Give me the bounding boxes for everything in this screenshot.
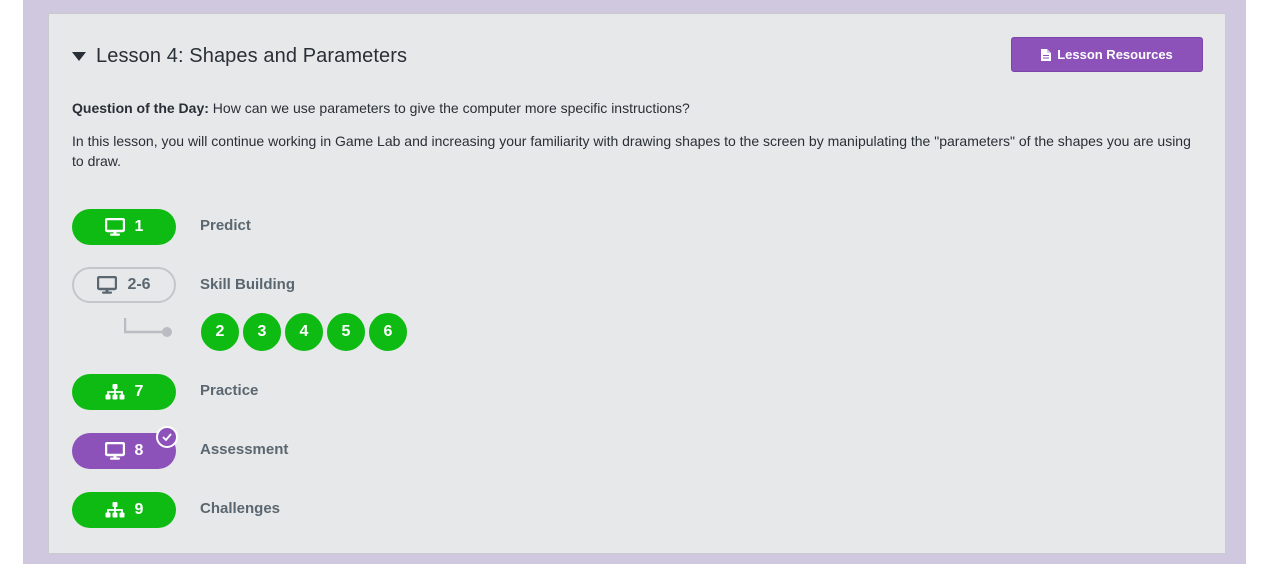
level-number: 8 bbox=[134, 442, 144, 459]
sitemap-icon bbox=[105, 384, 125, 400]
file-icon bbox=[1041, 48, 1052, 61]
sublevel-3-bubble[interactable]: 3 bbox=[243, 313, 281, 351]
sitemap-icon bbox=[105, 502, 125, 518]
sublevel-6-bubble[interactable]: 6 bbox=[369, 313, 407, 351]
question-label: Question of the Day: bbox=[72, 100, 209, 116]
question-of-the-day: Question of the Day: How can we use para… bbox=[72, 100, 690, 116]
sublevel-2-bubble[interactable]: 2 bbox=[201, 313, 239, 351]
caret-down-icon bbox=[72, 51, 86, 61]
level-label-predict[interactable]: Predict bbox=[200, 217, 251, 234]
lesson-title: Lesson 4: Shapes and Parameters bbox=[96, 44, 408, 67]
lesson-resources-button[interactable]: Lesson Resources bbox=[1011, 37, 1203, 72]
sublevel-5-bubble[interactable]: 5 bbox=[327, 313, 365, 351]
desktop-icon bbox=[104, 218, 125, 236]
level-number: 7 bbox=[134, 383, 144, 400]
desktop-icon bbox=[97, 276, 118, 294]
lesson-resources-label: Lesson Resources bbox=[1057, 47, 1173, 62]
sublevel-4-bubble[interactable]: 4 bbox=[285, 313, 323, 351]
progression-connector bbox=[123, 318, 174, 338]
level-label-assessment[interactable]: Assessment bbox=[200, 441, 288, 458]
level-label-challenges[interactable]: Challenges bbox=[200, 500, 280, 517]
check-icon bbox=[156, 426, 178, 448]
desktop-icon bbox=[104, 442, 125, 460]
lesson-description: In this lesson, you will continue workin… bbox=[72, 133, 1191, 169]
level-label-skill-building[interactable]: Skill Building bbox=[200, 276, 295, 293]
level-1-bubble[interactable]: 1 bbox=[72, 209, 176, 245]
level-2-6-bubble[interactable]: 2-6 bbox=[72, 267, 176, 303]
level-7-bubble[interactable]: 7 bbox=[72, 374, 176, 410]
level-number: 9 bbox=[134, 501, 144, 518]
level-number: 2-6 bbox=[127, 276, 151, 293]
lesson-header-toggle[interactable]: Lesson 4: Shapes and Parameters bbox=[72, 42, 407, 70]
level-label-practice[interactable]: Practice bbox=[200, 382, 258, 399]
question-text: How can we use parameters to give the co… bbox=[208, 100, 690, 116]
level-number: 1 bbox=[134, 218, 144, 235]
level-9-bubble[interactable]: 9 bbox=[72, 492, 176, 528]
